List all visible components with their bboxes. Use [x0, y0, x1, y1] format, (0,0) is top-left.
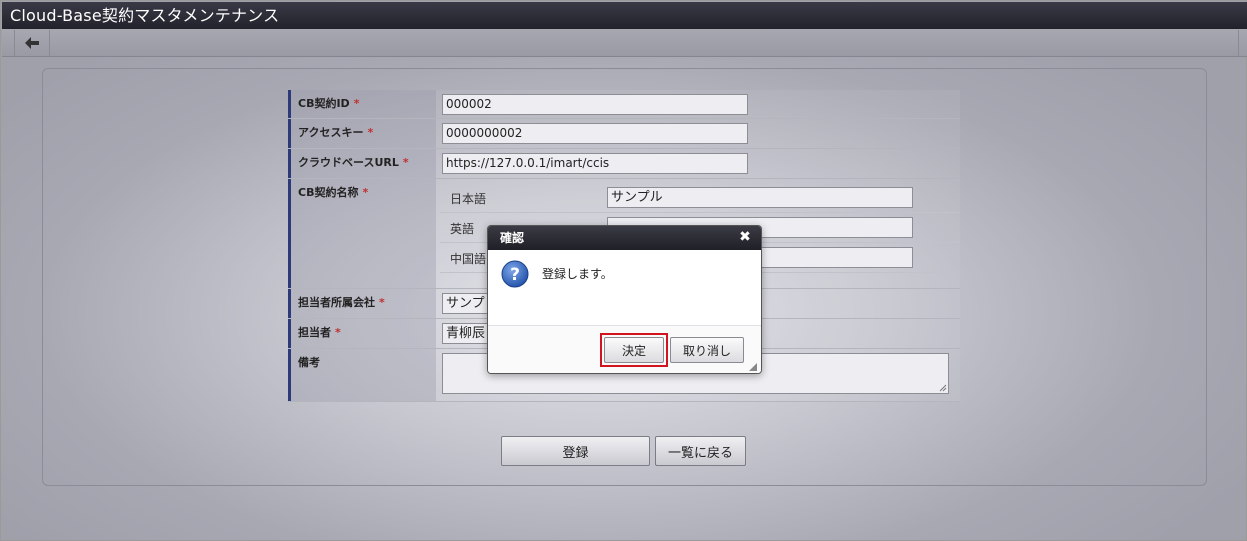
- cloud-base-url-input[interactable]: https://127.0.0.1/imart/ccis: [442, 153, 748, 174]
- label-cloud-base-url: クラウドベースURL *: [288, 149, 436, 178]
- dialog-message: 登録します。: [542, 267, 613, 281]
- contract-id-input[interactable]: 000002: [442, 94, 748, 115]
- row-contract-id: CB契約ID * 000002: [288, 90, 960, 119]
- label-remarks: 備考: [288, 349, 436, 401]
- access-key-input[interactable]: 0000000002: [442, 123, 748, 144]
- question-icon: ?: [501, 260, 529, 288]
- locale-label-en: 英語: [450, 222, 475, 236]
- label-company: 担当者所属会社 *: [288, 289, 436, 318]
- locale-label-ja: 日本語: [450, 192, 487, 206]
- locale-label-zh: 中国語: [450, 252, 487, 266]
- toolbar: [2, 29, 1247, 57]
- back-button[interactable]: [14, 30, 50, 56]
- label-contract-name: CB契約名称 *: [288, 179, 436, 288]
- row-access-key: アクセスキー * 0000000002: [288, 119, 960, 149]
- dialog-title: 確認: [488, 226, 761, 250]
- app-frame: Cloud-Base契約マスタメンテナンス CB契約ID * 000002 アクセ…: [0, 0, 1247, 541]
- dialog-footer: 決定 取り消し: [488, 325, 761, 373]
- resize-grip-icon[interactable]: [749, 363, 757, 371]
- divider: [440, 212, 960, 213]
- dialog-ok-button[interactable]: 決定: [604, 337, 664, 363]
- label-person: 担当者 *: [288, 319, 436, 348]
- back-to-list-button[interactable]: 一覧に戻る: [655, 436, 746, 466]
- contract-name-ja-input[interactable]: サンプル: [607, 187, 913, 208]
- dialog-cancel-button[interactable]: 取り消し: [670, 337, 744, 363]
- close-icon[interactable]: ✖: [738, 230, 752, 244]
- arrow-left-icon: [25, 37, 39, 49]
- label-contract-id: CB契約ID *: [288, 90, 436, 118]
- confirm-dialog: 確認 ✖ ? 登録します。 決定 取り消し: [487, 225, 762, 374]
- toolbar-divider: [1238, 30, 1239, 56]
- svg-text:?: ?: [510, 265, 520, 285]
- resize-grip-icon[interactable]: [939, 384, 947, 392]
- register-button[interactable]: 登録: [501, 436, 650, 466]
- row-cloud-base-url: クラウドベースURL * https://127.0.0.1/imart/ccis: [288, 149, 960, 179]
- app-title: Cloud-Base契約マスタメンテナンス: [2, 2, 1247, 29]
- label-access-key: アクセスキー *: [288, 119, 436, 148]
